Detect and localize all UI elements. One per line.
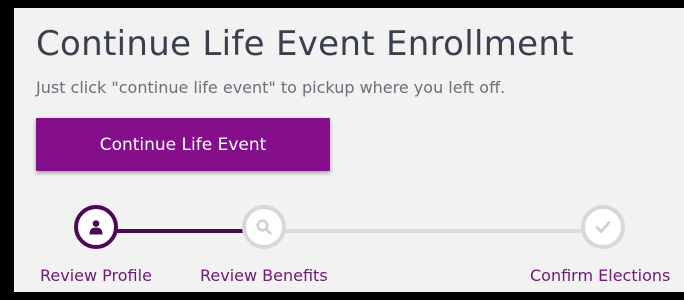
step-review-benefits[interactable] — [242, 205, 286, 249]
step-label-confirm-elections[interactable]: Confirm Elections — [530, 266, 670, 285]
user-icon — [89, 220, 103, 235]
page-title: Continue Life Event Enrollment — [36, 24, 574, 64]
continue-life-event-button[interactable]: Continue Life Event — [36, 118, 330, 171]
step-confirm-elections[interactable] — [581, 205, 625, 249]
step-label-review-profile[interactable]: Review Profile — [40, 266, 152, 285]
search-icon — [256, 219, 272, 235]
progress-track-completed — [102, 229, 264, 233]
step-label-review-benefits[interactable]: Review Benefits — [200, 266, 328, 285]
check-icon — [595, 221, 611, 233]
life-event-card: Continue Life Event Enrollment Just clic… — [14, 8, 684, 292]
instruction-text: Just click "continue life event" to pick… — [36, 78, 506, 97]
step-review-profile[interactable] — [74, 205, 118, 249]
